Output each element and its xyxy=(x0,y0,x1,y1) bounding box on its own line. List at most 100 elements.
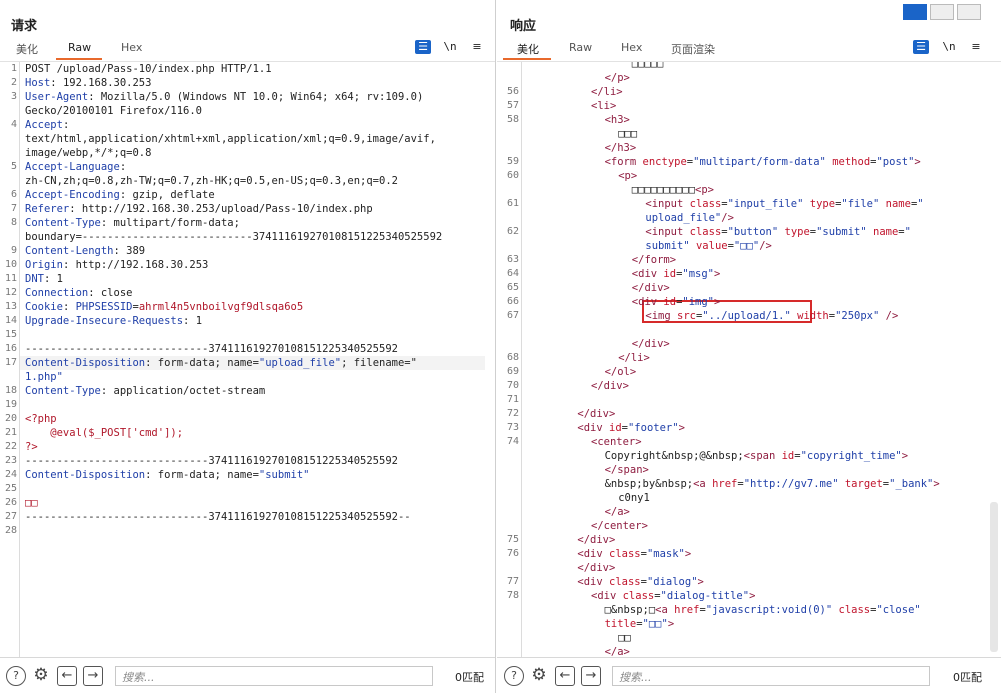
code-token: <div xyxy=(577,576,609,588)
code-token: Content-Length xyxy=(25,245,114,257)
back-arrow-icon[interactable]: ← xyxy=(555,666,575,686)
code-token: Content-Type xyxy=(25,385,101,397)
line-number: 57 xyxy=(506,100,519,111)
forward-arrow-icon[interactable]: → xyxy=(581,666,601,686)
response-tab-pretty[interactable]: 美化 xyxy=(515,41,541,57)
code-token: boundary=---------------------------3741… xyxy=(25,231,443,243)
request-title: 请求 xyxy=(11,19,38,34)
wrap-icon[interactable]: ☰ xyxy=(913,40,929,54)
line-number: 78 xyxy=(506,590,519,601)
single-view-icon[interactable] xyxy=(957,4,981,20)
response-tab-hex[interactable]: Hex xyxy=(619,41,644,54)
line-number: 65 xyxy=(506,282,519,293)
code-token: </div> xyxy=(631,282,670,294)
code-line: </center> xyxy=(591,519,648,533)
code-token: -----------------------------37411161927… xyxy=(25,343,398,355)
line-number: 7 xyxy=(10,203,17,214)
code-line: submit" value="□□"/> xyxy=(645,239,771,253)
forward-arrow-icon[interactable]: → xyxy=(83,666,103,686)
line-number: 75 xyxy=(506,534,519,545)
menu-icon[interactable]: ≡ xyxy=(469,40,485,54)
code-token: ?> xyxy=(25,441,38,453)
back-arrow-icon[interactable]: ← xyxy=(57,666,77,686)
code-line: </a> xyxy=(605,645,630,657)
code-token: > xyxy=(684,548,692,560)
code-token: /> xyxy=(759,240,772,252)
code-line: </span> xyxy=(605,463,649,477)
settings-icon[interactable]: ⚙ xyxy=(31,666,51,686)
code-token: > xyxy=(697,576,704,588)
help-icon[interactable]: ? xyxy=(504,666,524,686)
request-tab-raw[interactable]: Raw xyxy=(66,41,93,54)
code-line: <div class="mask"> xyxy=(577,547,691,561)
code-token: href xyxy=(712,478,738,490)
code-token: Origin xyxy=(25,259,63,271)
code-line: </li> xyxy=(591,85,623,99)
line-number: 67 xyxy=(506,310,519,321)
code-token: : 1 xyxy=(183,315,203,327)
line-number: 74 xyxy=(506,436,519,447)
scrollbar[interactable] xyxy=(990,502,998,652)
code-line: □□□□□□□□□□<p> xyxy=(632,183,714,197)
code-token: Accept-Language xyxy=(25,161,120,173)
code-token: <div xyxy=(591,590,623,602)
code-token: </div> xyxy=(591,380,629,392)
request-tab-hex[interactable]: Hex xyxy=(119,41,144,54)
request-search-input[interactable]: 搜索... xyxy=(115,666,433,686)
line-number: 58 xyxy=(506,114,519,125)
request-tab-pretty[interactable]: 美化 xyxy=(14,41,40,57)
code-line: Gecko/20100101 Firefox/116.0 xyxy=(25,104,202,118)
code-token: id xyxy=(609,422,622,434)
code-line: Content-Disposition: form-data; name="up… xyxy=(25,356,417,370)
code-token: : http://192.168.30.253 xyxy=(62,259,209,271)
wrap-icon[interactable]: ☰ xyxy=(415,40,431,54)
active-tab-indicator xyxy=(56,58,102,60)
line-number: 3 xyxy=(10,91,17,102)
horizontal-view-icon[interactable] xyxy=(930,4,954,20)
code-token: > xyxy=(914,156,921,168)
line-number: 27 xyxy=(4,511,17,522)
line-number: 28 xyxy=(4,525,17,536)
code-token: "dialog-title" xyxy=(660,590,750,602)
help-icon[interactable]: ? xyxy=(6,666,26,686)
settings-icon[interactable]: ⚙ xyxy=(529,666,549,686)
code-line: □□ xyxy=(618,631,631,645)
code-line: </form> xyxy=(632,253,676,267)
menu-icon[interactable]: ≡ xyxy=(968,40,984,54)
code-line: </div> xyxy=(632,281,670,295)
code-token: Accept xyxy=(25,119,63,131)
code-token: > xyxy=(749,590,756,602)
code-token: Content-Type xyxy=(25,217,101,229)
line-number: 11 xyxy=(4,273,17,284)
code-token: method xyxy=(825,156,871,168)
code-line: <h3> xyxy=(605,113,630,127)
response-editor[interactable]: □□□□□ </p> 56 </li> 57 <li> 58 <h3> □□□ </h3> 59 <f… xyxy=(497,61,1001,657)
code-line: Origin: http://192.168.30.253 xyxy=(25,258,208,272)
code-token: </ol> xyxy=(604,366,637,378)
code-token: </span> xyxy=(604,464,649,476)
newline-icon[interactable]: \n xyxy=(442,40,458,54)
code-token: &nbsp;by&nbsp; xyxy=(604,478,694,490)
code-token: "post" xyxy=(876,156,915,168)
code-token: User-Agent xyxy=(25,91,89,103)
response-search-input[interactable]: 搜索... xyxy=(612,666,930,686)
code-line: Content-Disposition: form-data; name="su… xyxy=(25,468,309,482)
response-tab-raw[interactable]: Raw xyxy=(567,41,594,54)
code-token: id xyxy=(663,268,677,280)
line-number: 60 xyxy=(506,170,519,181)
code-line: Accept-Encoding: gzip, deflate xyxy=(25,188,215,202)
code-token: □□□□□□□□□□ xyxy=(631,184,696,196)
line-number: 16 xyxy=(4,343,17,354)
newline-icon[interactable]: \n xyxy=(941,40,957,54)
line-number: 62 xyxy=(506,226,519,237)
response-tab-render[interactable]: 页面渲染 xyxy=(669,41,717,57)
code-line: ?> xyxy=(25,440,38,454)
line-number: 26 xyxy=(4,497,17,508)
split-view-icon[interactable] xyxy=(903,4,927,20)
request-editor[interactable]: 1 POST /upload/Pass-10/index.php HTTP/1.1… xyxy=(0,61,495,657)
line-number: 17 xyxy=(4,357,17,368)
code-line: DNT: 1 xyxy=(25,272,63,286)
code-token: upload_file" xyxy=(645,212,722,224)
code-line: Host: 192.168.30.253 xyxy=(25,76,151,90)
code-token: "250px" xyxy=(835,310,880,322)
